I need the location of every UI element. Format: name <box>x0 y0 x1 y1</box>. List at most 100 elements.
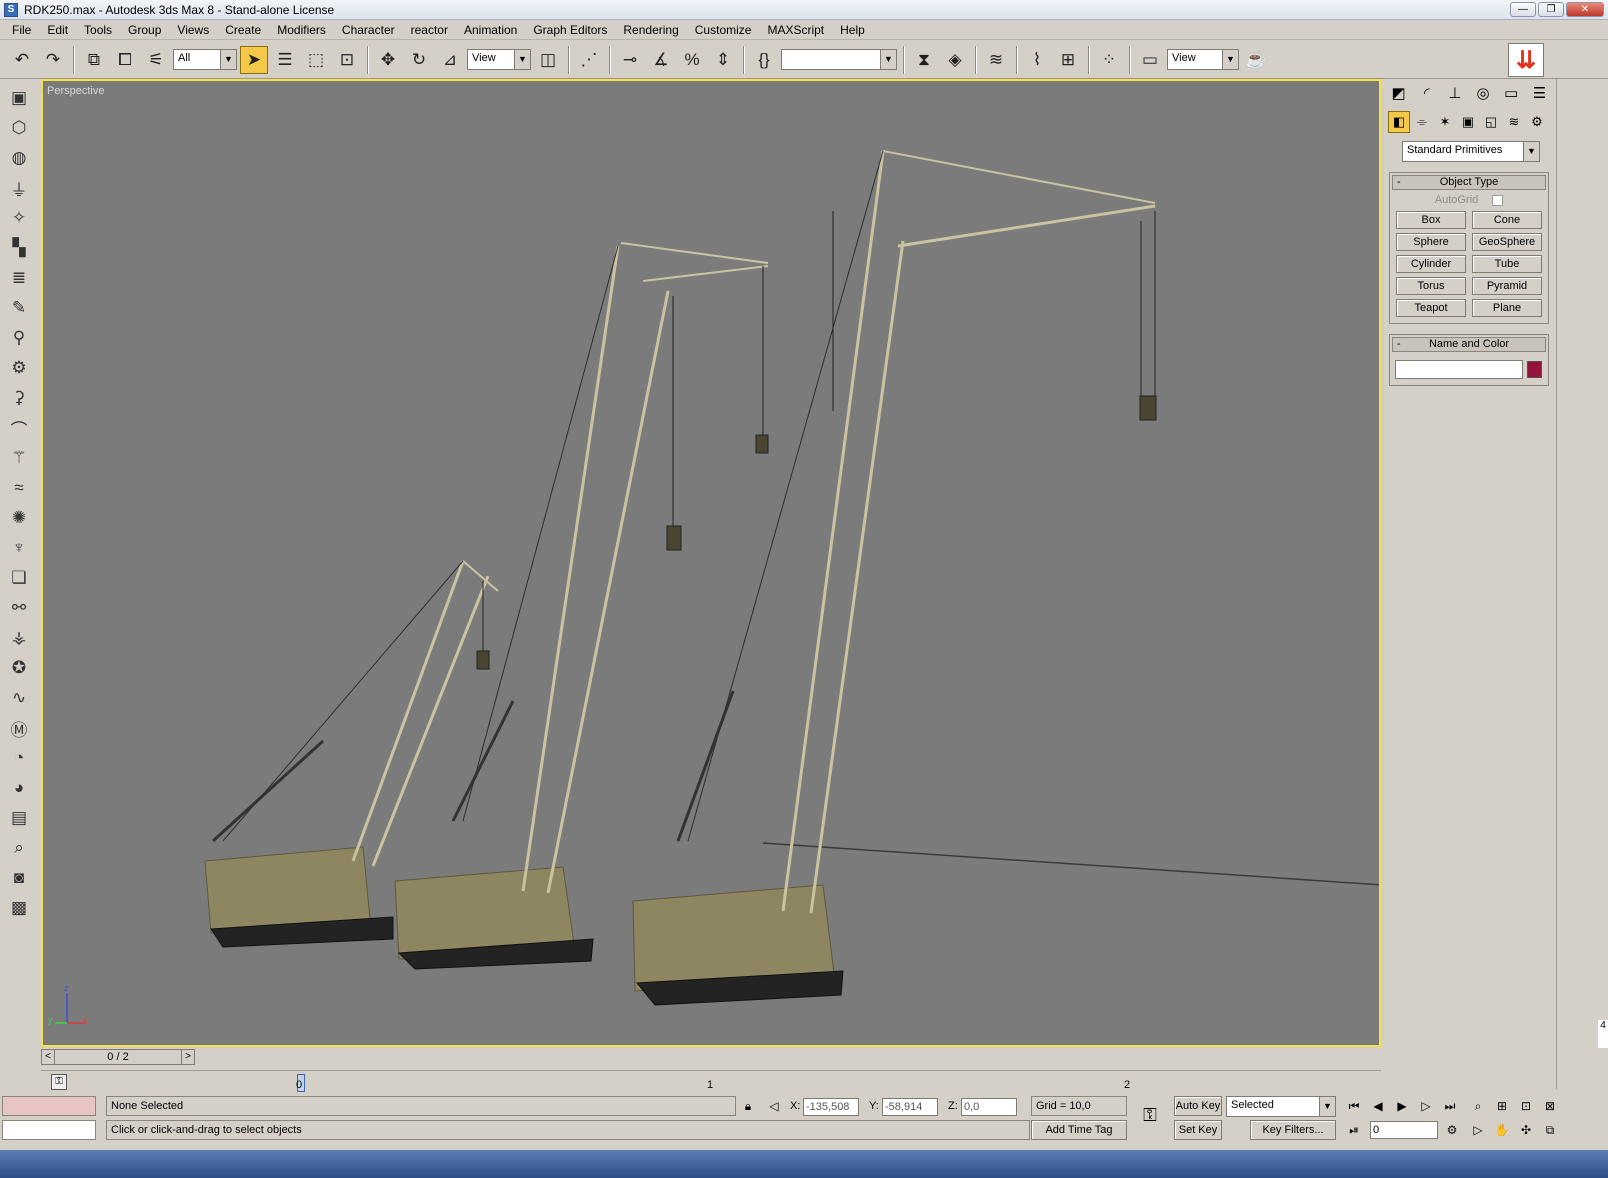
name-color-rollout-header[interactable]: - Name and Color <box>1392 337 1546 352</box>
menu-rendering[interactable]: Rendering <box>615 23 686 37</box>
spinner-snap-icon[interactable]: ⇕ <box>709 46 737 74</box>
named-selection-dropdown[interactable]: ▼ <box>781 49 897 70</box>
cone-button[interactable]: Cone <box>1472 211 1542 229</box>
menu-file[interactable]: File <box>4 23 39 37</box>
lights-icon[interactable]: ▚ <box>4 236 34 260</box>
maximize-viewport-icon[interactable]: ⧉ <box>1540 1120 1560 1140</box>
spacewarp-icon[interactable]: ⌒ <box>4 416 34 440</box>
reference-coordinate-dropdown[interactable]: View ▼ <box>467 49 531 70</box>
layers-icon[interactable]: ≣ <box>4 266 34 290</box>
align-icon[interactable]: ◈ <box>941 46 969 74</box>
zoom-extents-icon[interactable]: ⊡ <box>1516 1096 1536 1116</box>
close-button[interactable]: ✕ <box>1566 2 1604 17</box>
go-to-end-icon[interactable]: ⏭ <box>1440 1096 1460 1116</box>
panel-icon[interactable]: ▤ <box>4 806 34 830</box>
primitive-category-dropdown[interactable]: Standard Primitives ▼ <box>1402 141 1540 162</box>
teapot-button[interactable]: Teapot <box>1396 299 1466 317</box>
viewport-label[interactable]: Perspective <box>47 85 104 97</box>
play-icon[interactable]: ▶ <box>1392 1096 1412 1116</box>
add-time-tag-button[interactable]: Add Time Tag <box>1031 1120 1127 1140</box>
bones-icon[interactable]: ⚚ <box>4 446 34 470</box>
biped-icon[interactable]: ♆ <box>4 536 34 560</box>
unlink-icon[interactable]: ⧠ <box>111 46 139 74</box>
zoom-all-icon[interactable]: ⊞ <box>1492 1096 1512 1116</box>
go-to-start-icon[interactable]: ⏮ <box>1344 1096 1364 1116</box>
helpers-icon[interactable]: ◱ <box>1480 111 1502 133</box>
wave-icon[interactable]: ≈ <box>4 476 34 500</box>
plane-shape-icon[interactable]: ⏚ <box>4 176 34 200</box>
lights-icon[interactable]: ✶ <box>1434 111 1456 133</box>
link-icon[interactable]: ⚯ <box>4 596 34 620</box>
box-button[interactable]: Box <box>1396 211 1466 229</box>
select-by-name-icon[interactable]: ☰ <box>271 46 299 74</box>
maximize-button[interactable]: ❐ <box>1538 2 1564 17</box>
absolute-mode-icon[interactable]: ◁ <box>764 1096 784 1116</box>
layer-manager-icon[interactable]: ≋ <box>982 46 1010 74</box>
gear-icon[interactable]: ⚙ <box>4 356 34 380</box>
track-bar[interactable]: ⚿ 0 1 2 <box>41 1070 1381 1092</box>
selection-filter-dropdown[interactable]: All ▼ <box>173 49 237 70</box>
time-slider-frame-counter[interactable]: 0 / 2 <box>55 1049 181 1065</box>
geosphere-button[interactable]: GeoSphere <box>1472 233 1542 251</box>
display-tab-icon[interactable]: ▭ <box>1499 81 1524 105</box>
menu-help[interactable]: Help <box>832 23 873 37</box>
snap-toggle-icon[interactable]: ⊸ <box>616 46 644 74</box>
bind-space-warp-icon[interactable]: ⚟ <box>142 46 170 74</box>
time-slider-prev[interactable]: < <box>41 1049 55 1065</box>
download-arrow-icon[interactable]: ⇊ <box>1508 43 1544 77</box>
time-configuration-icon[interactable]: ⚙ <box>1442 1120 1462 1140</box>
pencil-icon[interactable]: ✎ <box>4 296 34 320</box>
shapes-icon[interactable]: ⌯ <box>1411 111 1433 133</box>
mirror-icon[interactable]: ⧗ <box>910 46 938 74</box>
object-color-swatch[interactable] <box>1527 361 1542 378</box>
page-icon[interactable]: ❏ <box>4 566 34 590</box>
window-crossing-icon[interactable]: ⊡ <box>333 46 361 74</box>
auto-key-button[interactable]: Auto Key <box>1174 1096 1222 1116</box>
material-editor-icon[interactable]: ⁘ <box>1095 46 1123 74</box>
sphere-shape-icon[interactable]: ◍ <box>4 146 34 170</box>
render-scene-icon[interactable]: ▭ <box>1136 46 1164 74</box>
time-slider[interactable]: < 0 / 2 > <box>41 1049 195 1065</box>
torus-button[interactable]: Torus <box>1396 277 1466 295</box>
edit-named-selection-icon[interactable]: {} <box>750 46 778 74</box>
rotate-icon[interactable]: ↻ <box>405 46 433 74</box>
previous-frame-icon[interactable]: ◀ <box>1368 1096 1388 1116</box>
maxscript-listener-white[interactable] <box>2 1120 96 1140</box>
dynamics-icon[interactable]: ✪ <box>4 656 34 680</box>
trackbar-config-icon[interactable]: ⚿ <box>51 1074 67 1090</box>
maxscript-listener-pink[interactable] <box>2 1096 96 1116</box>
tube-button[interactable]: Tube <box>1472 255 1542 273</box>
pivot-center-icon[interactable]: ◫ <box>534 46 562 74</box>
systems-icon[interactable]: ⚙ <box>1526 111 1548 133</box>
minimize-button[interactable]: — <box>1510 2 1536 17</box>
geometry-icon[interactable]: ◧ <box>1388 111 1410 133</box>
field-of-view-icon[interactable]: ▷ <box>1468 1120 1488 1140</box>
menu-reactor[interactable]: reactor <box>403 23 456 37</box>
cylinder-button[interactable]: Cylinder <box>1396 255 1466 273</box>
menu-maxscript[interactable]: MAXScript <box>759 23 832 37</box>
perspective-viewport[interactable]: z x y Perspective <box>41 79 1381 1047</box>
camera-icon[interactable]: ◙ <box>4 866 34 890</box>
pyramid-button[interactable]: Pyramid <box>1472 277 1542 295</box>
particles-icon[interactable]: ✺ <box>4 506 34 530</box>
time-slider-next[interactable]: > <box>181 1049 195 1065</box>
footsteps-icon[interactable]: ⚶ <box>4 626 34 650</box>
angle-snap-icon[interactable]: ∡ <box>647 46 675 74</box>
hierarchy-tab-icon[interactable]: ⊥ <box>1442 81 1467 105</box>
key-icon[interactable]: ⚿ <box>1136 1105 1164 1125</box>
redo-icon[interactable]: ↷ <box>39 46 67 74</box>
cameras-icon[interactable]: ▣ <box>1457 111 1479 133</box>
menu-graph-editors[interactable]: Graph Editors <box>525 23 615 37</box>
command-panel-scrollbar[interactable] <box>1556 79 1564 1089</box>
lock-icon[interactable]: 🔒︎ <box>738 1096 758 1116</box>
menu-animation[interactable]: Animation <box>456 23 525 37</box>
menu-views[interactable]: Views <box>169 23 217 37</box>
menu-customize[interactable]: Customize <box>687 23 760 37</box>
path-icon[interactable]: ∿ <box>4 686 34 710</box>
select-object-icon[interactable]: ➤ <box>240 45 268 74</box>
render-icon[interactable]: ▩ <box>4 896 34 920</box>
scale-icon[interactable]: ⊿ <box>436 46 464 74</box>
motion-tab-icon[interactable]: ◎ <box>1471 81 1496 105</box>
search-icon[interactable]: ⌕ <box>4 836 34 860</box>
cloth-icon[interactable]: ◕ <box>4 776 34 800</box>
